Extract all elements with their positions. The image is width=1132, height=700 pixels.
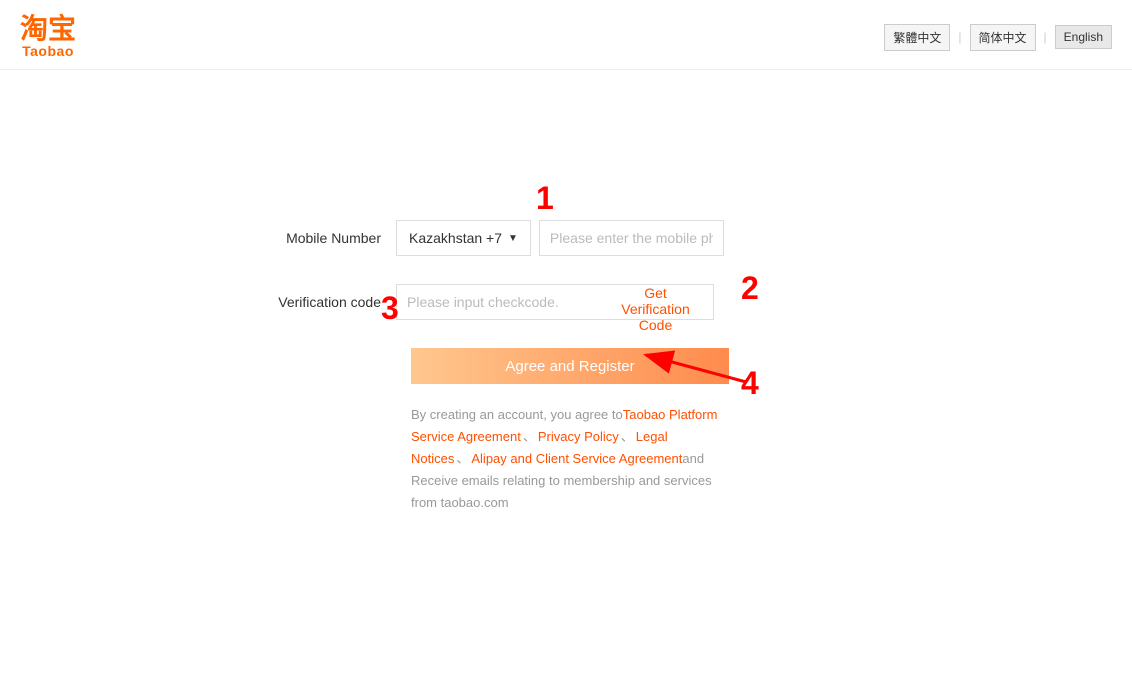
- country-code-select[interactable]: Kazakhstan +7 ▼: [396, 220, 531, 256]
- logo-cn-text: 淘宝: [20, 15, 76, 43]
- annotation-1: 1: [536, 180, 554, 217]
- agree-register-button[interactable]: Agree and Register: [411, 348, 729, 384]
- terms-link-alipay[interactable]: Alipay and Client Service Agreement: [471, 451, 682, 466]
- terms-sep: 、: [621, 429, 634, 444]
- verification-row: Verification code Get Verification Code: [256, 284, 876, 320]
- chevron-down-icon: ▼: [508, 233, 518, 244]
- registration-form: Mobile Number Kazakhstan +7 ▼ Verificati…: [256, 220, 876, 514]
- lang-traditional-button[interactable]: 繁體中文: [884, 24, 950, 51]
- header: 淘宝 Taobao 繁體中文 | 简体中文 | English: [0, 0, 1132, 70]
- terms-link-privacy[interactable]: Privacy Policy: [538, 429, 619, 444]
- mobile-row: Mobile Number Kazakhstan +7 ▼: [256, 220, 876, 256]
- lang-separator: |: [958, 30, 961, 44]
- terms-sep: 、: [456, 451, 469, 466]
- taobao-logo[interactable]: 淘宝 Taobao: [20, 15, 76, 59]
- mobile-label: Mobile Number: [256, 230, 396, 246]
- mobile-fields: Kazakhstan +7 ▼: [396, 220, 724, 256]
- get-verification-code-button[interactable]: Get Verification Code: [598, 285, 713, 319]
- submit-row: Agree and Register: [411, 348, 729, 384]
- terms-text: By creating an account, you agree toTaob…: [411, 404, 731, 514]
- mobile-input[interactable]: [539, 220, 724, 256]
- verification-input[interactable]: [397, 285, 598, 319]
- verification-label: Verification code: [256, 294, 396, 310]
- lang-english-button[interactable]: English: [1055, 25, 1112, 49]
- terms-sep: 、: [523, 429, 536, 444]
- annotation-4: 4: [741, 365, 759, 402]
- logo-en-text: Taobao: [22, 43, 74, 59]
- lang-separator: |: [1044, 30, 1047, 44]
- country-selected-text: Kazakhstan +7: [409, 230, 502, 246]
- language-switcher: 繁體中文 | 简体中文 | English: [884, 24, 1112, 51]
- terms-prefix: By creating an account, you agree to: [411, 407, 623, 422]
- verification-wrap: Get Verification Code: [396, 284, 714, 320]
- lang-simplified-button[interactable]: 简体中文: [970, 24, 1036, 51]
